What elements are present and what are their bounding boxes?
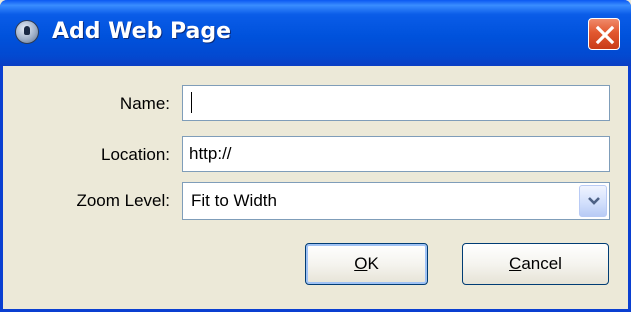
zoom-level-dropdown-button[interactable]	[579, 185, 607, 217]
app-icon	[15, 20, 39, 44]
name-field[interactable]	[182, 85, 610, 121]
ok-label-rest: K	[367, 254, 379, 273]
name-label: Name:	[119, 94, 170, 113]
ok-button[interactable]: OK	[305, 243, 428, 285]
zoom-level-select[interactable]: Fit to Width	[182, 182, 610, 220]
zoom-level-label: Zoom Level:	[76, 191, 170, 210]
cancel-mnemonic: C	[509, 254, 522, 273]
cancel-button[interactable]: Cancel	[462, 243, 609, 285]
zoom-level-value: Fit to Width	[191, 191, 277, 210]
ok-mnemonic: O	[354, 254, 368, 273]
location-field[interactable]	[182, 136, 610, 172]
title-bar[interactable]: Add Web Page	[0, 0, 631, 66]
cancel-label-rest: ancel	[521, 254, 562, 273]
text-caret	[191, 92, 192, 113]
close-icon	[595, 25, 615, 45]
window-title: Add Web Page	[52, 19, 232, 44]
chevron-down-icon	[588, 197, 600, 205]
close-button[interactable]	[588, 18, 620, 50]
location-label: Location:	[101, 145, 170, 164]
